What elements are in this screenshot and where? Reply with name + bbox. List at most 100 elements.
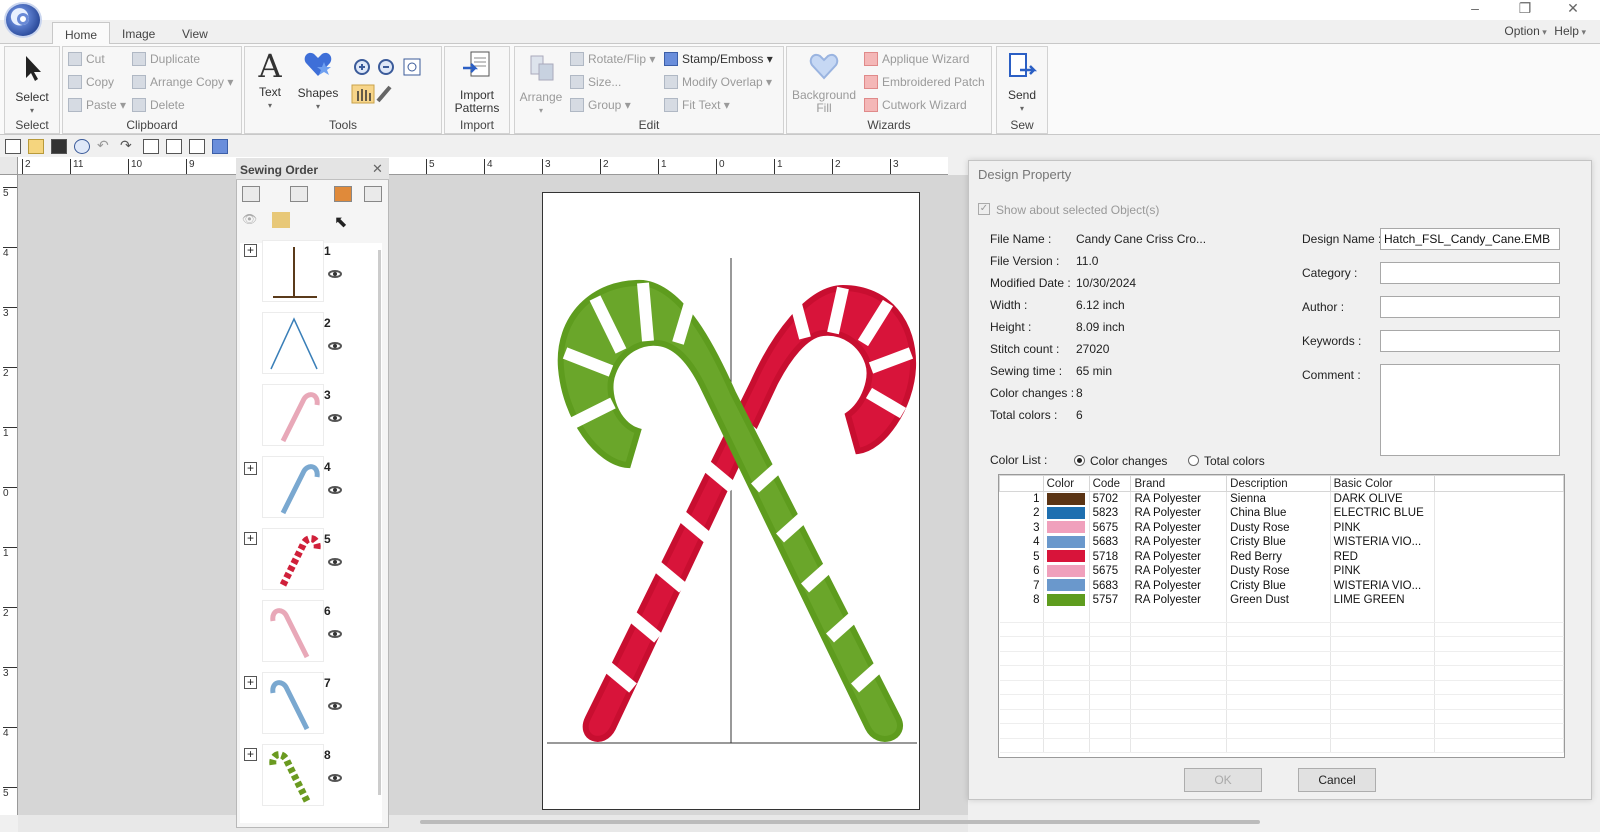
redo-icon[interactable]: ↷ <box>120 138 136 154</box>
sew-thumb-3[interactable] <box>262 384 324 446</box>
expand-icon[interactable]: + <box>244 748 257 761</box>
sew-thumb-6[interactable] <box>262 600 324 662</box>
app-logo-icon[interactable] <box>4 2 42 38</box>
undo-icon[interactable]: ↶ <box>97 138 113 154</box>
eye-icon[interactable] <box>328 342 342 350</box>
zoom-in-icon[interactable] <box>350 55 368 73</box>
table-row[interactable]: 1 5702 RA Polyester Sienna DARK OLIVE <box>999 491 1564 506</box>
shapes-button[interactable]: Shapes ▾ <box>296 48 340 113</box>
group-button[interactable]: Group ▾ <box>570 98 631 112</box>
arrange-copy-button[interactable]: Arrange Copy ▾ <box>132 75 233 89</box>
table-row[interactable]: 3 5675 RA Polyester Dusty Rose PINK <box>999 520 1564 535</box>
table-row[interactable]: 6 5675 RA Polyester Dusty Rose PINK <box>999 564 1564 579</box>
sew-thumb-5[interactable] <box>262 528 324 590</box>
design-name-input[interactable]: Hatch_FSL_Candy_Cane.EMB <box>1380 228 1560 250</box>
radio-color-changes[interactable] <box>1074 455 1085 466</box>
table-row[interactable]: 4 5683 RA Polyester Cristy Blue WISTERIA VIO… <box>999 535 1564 550</box>
sew-thumb-2[interactable] <box>262 312 324 374</box>
eye-icon[interactable] <box>328 702 342 710</box>
sewing-list-scrollbar[interactable] <box>378 250 381 795</box>
save-icon[interactable] <box>51 139 67 154</box>
sew-thumb-4[interactable] <box>262 456 324 518</box>
embroidered-patch-button[interactable]: Embroidered Patch <box>864 75 985 89</box>
show-selected-checkbox[interactable]: ✓ <box>978 203 990 215</box>
sew-thumb-1[interactable] <box>262 240 324 302</box>
cancel-button[interactable]: Cancel <box>1298 768 1376 792</box>
view-icon-1[interactable] <box>143 139 159 154</box>
expand-icon[interactable]: + <box>244 532 257 545</box>
radio-total-colors[interactable] <box>1188 455 1199 466</box>
category-input[interactable] <box>1380 262 1560 284</box>
frame-icon[interactable] <box>364 186 382 202</box>
table-row[interactable]: 5 5718 RA Polyester Red Berry RED <box>999 549 1564 564</box>
col-basic-color[interactable]: Basic Color <box>1329 475 1435 492</box>
paste-button[interactable]: Paste ▾ <box>68 98 126 112</box>
expand-icon[interactable]: + <box>244 244 257 257</box>
sort-icon[interactable] <box>242 186 260 202</box>
embroidery-hoop[interactable] <box>542 192 920 810</box>
close-button[interactable]: ✕ <box>1550 0 1596 20</box>
zoom-fit-icon[interactable] <box>402 55 424 73</box>
pan-hand-icon[interactable] <box>350 84 376 104</box>
expand-icon[interactable]: + <box>244 462 257 475</box>
send-button[interactable]: Send ▾ <box>1000 50 1044 115</box>
fit-text-button[interactable]: Fit Text ▾ <box>664 98 730 112</box>
cutwork-wizard-button[interactable]: Cutwork Wizard <box>864 98 967 112</box>
eye-icon[interactable] <box>328 558 342 566</box>
col-brand[interactable]: Brand <box>1130 475 1228 492</box>
expand-icon[interactable]: + <box>244 676 257 689</box>
applique-wizard-button[interactable]: Applique Wizard <box>864 52 969 66</box>
select-button[interactable]: Select ▾ <box>10 52 54 117</box>
tab-home[interactable]: Home <box>52 22 111 45</box>
group-objects-icon[interactable] <box>290 186 308 202</box>
col-description[interactable]: Description <box>1226 475 1331 492</box>
rotate-flip-button[interactable]: Rotate/Flip ▾ <box>570 52 655 66</box>
eye-icon[interactable] <box>328 486 342 494</box>
ok-button[interactable]: OK <box>1184 768 1262 792</box>
minimize-button[interactable]: – <box>1452 0 1498 20</box>
tab-view[interactable]: View <box>170 22 220 45</box>
lock-icon[interactable] <box>272 212 290 228</box>
color-sort-icon[interactable] <box>334 186 352 202</box>
table-row[interactable]: 7 5683 RA Polyester Cristy Blue WISTERIA VIO… <box>999 578 1564 593</box>
keywords-input[interactable] <box>1380 330 1560 352</box>
size-button[interactable]: Size... <box>570 75 621 89</box>
zoom-icon[interactable] <box>74 139 90 154</box>
color-list-table[interactable]: Color Code Brand Description Basic Color… <box>998 474 1565 758</box>
new-file-icon[interactable] <box>5 139 21 154</box>
import-patterns-button[interactable]: Import Patterns <box>448 50 506 115</box>
tab-image[interactable]: Image <box>110 22 167 45</box>
table-row[interactable]: 8 5757 RA Polyester Green Dust LIME GREEN <box>999 593 1564 608</box>
table-row[interactable]: 2 5823 RA Polyester China Blue ELECTRIC BLUE <box>999 506 1564 521</box>
open-folder-icon[interactable] <box>28 139 44 154</box>
view-icon-3[interactable] <box>189 139 205 154</box>
sew-thumb-7[interactable] <box>262 672 324 734</box>
cut-button[interactable]: Cut <box>68 52 105 66</box>
property-icon[interactable] <box>212 139 228 154</box>
stamp-emboss-button[interactable]: Stamp/Emboss ▾ <box>664 52 773 66</box>
close-icon[interactable]: ✕ <box>372 161 383 177</box>
col-code[interactable]: Code <box>1088 475 1132 492</box>
arrange-button[interactable]: Arrange ▾ <box>518 52 564 117</box>
eye-icon[interactable] <box>328 630 342 638</box>
copy-button[interactable]: Copy <box>68 75 114 89</box>
background-fill-button[interactable]: Background Fill <box>790 50 858 115</box>
comment-textarea[interactable] <box>1380 364 1560 456</box>
eye-icon[interactable] <box>328 270 342 278</box>
sew-thumb-8[interactable] <box>262 744 324 806</box>
view-icon-2[interactable] <box>166 139 182 154</box>
eye-icon[interactable] <box>328 774 342 782</box>
eye-icon[interactable] <box>328 414 342 422</box>
text-button[interactable]: A Text ▾ <box>250 50 290 112</box>
duplicate-button[interactable]: Duplicate <box>132 52 200 66</box>
col-color[interactable]: Color <box>1042 475 1090 492</box>
measure-icon[interactable] <box>378 84 398 104</box>
scrollbar-thumb[interactable] <box>420 820 1260 824</box>
option-menu[interactable]: Option <box>1504 24 1539 38</box>
col-index[interactable] <box>999 475 1044 492</box>
delete-button[interactable]: Delete <box>132 98 185 112</box>
restore-button[interactable]: ❐ <box>1502 0 1548 20</box>
author-input[interactable] <box>1380 296 1560 318</box>
zoom-out-icon[interactable] <box>374 55 392 73</box>
help-menu[interactable]: Help <box>1554 24 1579 38</box>
